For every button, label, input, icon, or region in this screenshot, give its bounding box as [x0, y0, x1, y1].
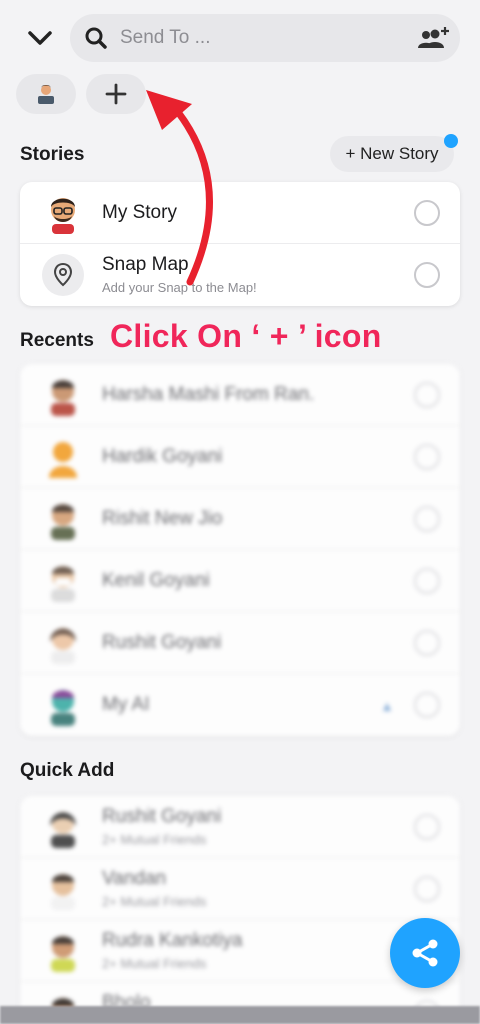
notification-dot: [444, 134, 458, 148]
list-item[interactable]: Harsha Mashi From Ran.: [20, 364, 460, 426]
select-radio[interactable]: [414, 876, 440, 902]
top-bar: Send To ...: [0, 0, 480, 76]
contact-name: Rushit Goyani: [102, 632, 222, 653]
list-item[interactable]: Hardik Goyani: [20, 426, 460, 488]
avatar: [51, 566, 75, 602]
recents-heading: Recents: [20, 330, 94, 351]
avatar: [49, 442, 77, 478]
stories-heading: Stories: [20, 144, 85, 165]
select-radio[interactable]: [414, 262, 440, 288]
story-name: My Story: [102, 202, 177, 223]
avatar: [51, 690, 75, 726]
list-item[interactable]: Rushit Goyani 2+ Mutual Friends: [20, 796, 460, 858]
quick-add-heading: Quick Add: [20, 760, 115, 781]
new-story-label: + New Story: [345, 144, 439, 163]
recents-card: Harsha Mashi From Ran. Hardik Goyani Ris…: [20, 364, 460, 736]
contact-name: Rudra Kankotiya: [102, 930, 243, 951]
bitmoji-chip[interactable]: [16, 74, 76, 114]
story-row-snap-map[interactable]: Snap Map Add your Snap to the Map!: [20, 244, 460, 306]
avatar: [50, 812, 76, 848]
contact-name: Harsha Mashi From Ran.: [102, 384, 315, 405]
plus-icon: [105, 83, 127, 105]
list-item[interactable]: Kenil Goyani: [20, 550, 460, 612]
add-chip-button[interactable]: [86, 74, 146, 114]
bitmoji-avatar-icon: [51, 198, 75, 234]
bottom-bar: [0, 1006, 480, 1024]
avatar: [51, 380, 75, 416]
avatar: [51, 936, 75, 972]
share-icon: [412, 939, 438, 967]
list-item[interactable]: Rishit New Jio: [20, 488, 460, 550]
contact-name: Vandan: [102, 868, 167, 889]
map-pin-icon: [42, 254, 84, 296]
search-input[interactable]: Send To ...: [120, 27, 211, 49]
select-radio[interactable]: [414, 382, 440, 408]
contact-name: Rishit New Jio: [102, 508, 223, 529]
bitmoji-avatar-icon: [38, 85, 54, 104]
select-radio[interactable]: [414, 444, 440, 470]
select-radio[interactable]: [414, 568, 440, 594]
list-item[interactable]: Vandan 2+ Mutual Friends: [20, 858, 460, 920]
list-item[interactable]: Rushit Goyani: [20, 612, 460, 674]
quick-add-card: Rushit Goyani 2+ Mutual Friends Vandan 2…: [20, 796, 460, 1016]
select-radio[interactable]: [414, 692, 440, 718]
tutorial-annotation: Click On ‘ + ’ icon: [110, 318, 382, 354]
select-radio[interactable]: [414, 814, 440, 840]
mutual-friends: 2+ Mutual Friends: [102, 832, 207, 847]
avatar: [51, 504, 75, 540]
stories-card: My Story Snap Map Add your Snap to the M…: [20, 182, 460, 306]
story-row-my-story[interactable]: My Story: [20, 182, 460, 244]
select-radio[interactable]: [414, 200, 440, 226]
contact-name: Rushit Goyani: [102, 806, 222, 827]
contact-name: Hardik Goyani: [102, 446, 223, 467]
chevron-down-icon[interactable]: [26, 26, 54, 50]
list-item[interactable]: My AI ▲: [20, 674, 460, 736]
avatar: [51, 874, 75, 910]
contact-name: My AI: [102, 694, 150, 715]
mutual-friends: 2+ Mutual Friends: [102, 894, 207, 909]
contact-name: Kenil Goyani: [102, 570, 210, 591]
mutual-friends: 2+ Mutual Friends: [102, 956, 207, 971]
story-subtitle: Add your Snap to the Map!: [102, 280, 257, 295]
search-bar[interactable]: Send To ...: [70, 14, 460, 62]
new-story-button[interactable]: + New Story: [330, 134, 458, 172]
ai-badge-icon: ▲: [380, 698, 394, 714]
story-name: Snap Map: [102, 254, 189, 275]
add-friend-icon[interactable]: [416, 24, 450, 52]
select-radio[interactable]: [414, 630, 440, 656]
share-button[interactable]: [390, 918, 460, 988]
select-radio[interactable]: [414, 506, 440, 532]
search-icon: [85, 27, 107, 49]
avatar: [50, 628, 76, 664]
